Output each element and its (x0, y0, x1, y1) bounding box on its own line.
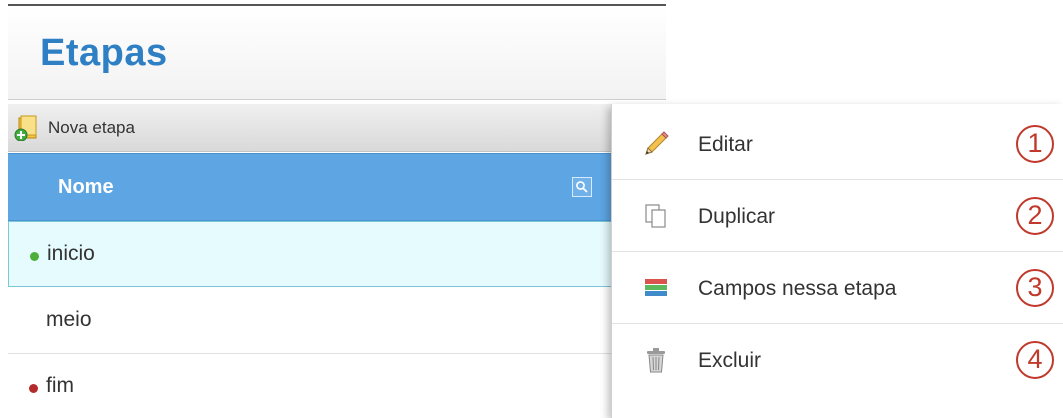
menu-item-label: Duplicar (698, 205, 776, 228)
number-badge: 2 (1016, 197, 1054, 235)
number-badge: 1 (1016, 125, 1054, 163)
copy-icon (642, 202, 670, 230)
status-dot (29, 384, 38, 393)
menu-item-label: Excluir (698, 349, 762, 372)
menu-item-edit[interactable]: Editar 1 (612, 108, 1063, 180)
folder-add-icon (14, 115, 40, 142)
table-row[interactable]: inicio (8, 221, 666, 287)
fields-icon (642, 274, 670, 302)
new-stage-label: Nova etapa (48, 118, 135, 137)
search-icon[interactable] (572, 177, 592, 197)
pencil-icon (642, 130, 670, 158)
menu-item-delete[interactable]: Excluir 4 (612, 324, 1063, 396)
table-row[interactable]: fim (8, 354, 666, 418)
number-badge: 3 (1016, 269, 1054, 307)
context-menu: Editar 1 Duplicar 2 Campos nessa etapa 3… (611, 104, 1063, 418)
new-stage-button[interactable]: Nova etapa (14, 112, 135, 144)
table-row[interactable]: meio (8, 288, 666, 354)
menu-item-label: Campos nessa etapa (698, 277, 897, 300)
toolbar: Nova etapa (8, 104, 666, 152)
stage: Etapas Nova etapa Nome inicio meio fim E… (0, 0, 1063, 418)
title-bar: Etapas (8, 6, 666, 100)
row-name: inicio (47, 242, 95, 265)
column-header-name[interactable]: Nome (8, 153, 666, 221)
stages-panel: Etapas Nova etapa Nome inicio meio fim (8, 4, 666, 418)
row-name: meio (46, 308, 92, 331)
trash-icon (642, 346, 670, 374)
row-name: fim (46, 374, 74, 397)
menu-item-duplicate[interactable]: Duplicar 2 (612, 180, 1063, 252)
menu-item-label: Editar (698, 133, 753, 156)
status-dot (30, 252, 39, 261)
menu-item-stage-fields[interactable]: Campos nessa etapa 3 (612, 252, 1063, 324)
number-badge: 4 (1016, 341, 1054, 379)
column-header-label: Nome (58, 176, 114, 198)
page-title: Etapas (40, 32, 168, 74)
